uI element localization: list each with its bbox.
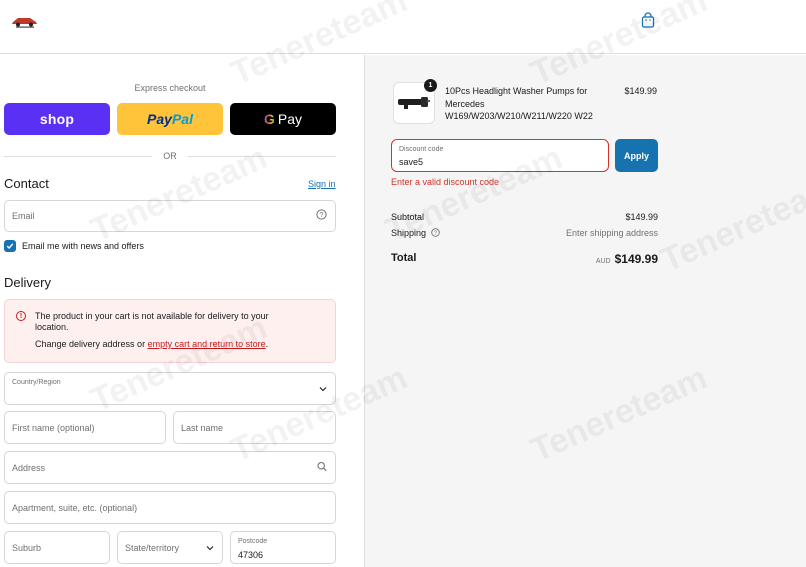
total-row: Total AUD $149.99 bbox=[391, 252, 658, 266]
last-name-placeholder: Last name bbox=[181, 422, 224, 433]
alert-suffix: . bbox=[265, 339, 269, 349]
google-g-icon: G bbox=[263, 111, 275, 127]
total-price: AUD $149.99 bbox=[596, 252, 658, 266]
delivery-title: Delivery bbox=[4, 275, 51, 290]
svg-text:?: ? bbox=[434, 231, 437, 237]
apartment-field[interactable]: Apartment, suite, etc. (optional) bbox=[4, 491, 336, 524]
subtotal-value: $149.99 bbox=[625, 212, 658, 222]
express-checkout-title: Express checkout bbox=[134, 83, 206, 93]
paypal-label-pay: Pay bbox=[147, 111, 172, 127]
shopping-bag-icon[interactable] bbox=[641, 12, 655, 28]
sign-in-link[interactable]: Sign in bbox=[308, 179, 336, 189]
paypal-button[interactable]: Pay Pal bbox=[117, 103, 223, 135]
state-select[interactable]: State/territory bbox=[117, 531, 223, 564]
shipping-value: Enter shipping address bbox=[565, 228, 658, 238]
last-name-field[interactable]: Last name bbox=[173, 411, 336, 444]
alert-prefix: Change delivery address or bbox=[35, 339, 148, 349]
first-name-placeholder: First name (optional) bbox=[12, 422, 95, 433]
suburb-placeholder: Suburb bbox=[12, 542, 42, 553]
state-placeholder: State/territory bbox=[125, 542, 180, 553]
divider-line-right bbox=[188, 156, 336, 157]
postcode-value: 47306 bbox=[238, 550, 264, 560]
search-icon[interactable] bbox=[317, 461, 327, 474]
google-pay-button[interactable]: G Pay bbox=[230, 103, 336, 135]
product-price: $149.99 bbox=[624, 86, 657, 96]
apply-discount-button[interactable]: Apply bbox=[615, 139, 658, 172]
postcode-field[interactable]: Postcode 47306 bbox=[230, 531, 336, 564]
subtotal-label: Subtotal bbox=[391, 212, 425, 222]
total-amount: $149.99 bbox=[614, 252, 658, 266]
checkout-header bbox=[0, 0, 806, 54]
newsletter-label: Email me with news and offers bbox=[22, 241, 144, 251]
google-pay-label: Pay bbox=[277, 111, 302, 127]
shop-pay-label: shop bbox=[39, 111, 75, 127]
alert-message: The product in your cart is not availabl… bbox=[35, 311, 269, 332]
total-label: Total bbox=[391, 252, 417, 264]
discount-code-field[interactable]: Discount code save5 bbox=[391, 139, 609, 172]
postcode-label: Postcode bbox=[238, 538, 268, 545]
email-placeholder: Email bbox=[12, 211, 35, 221]
svg-text:?: ? bbox=[320, 212, 324, 219]
shipping-info-icon[interactable]: ? bbox=[430, 228, 440, 239]
order-summary: 1 10Pcs Headlight Washer Pumps for Merce… bbox=[364, 55, 806, 567]
alert-exclamation-icon: ! bbox=[16, 311, 26, 321]
question-circle-icon[interactable]: ? bbox=[316, 209, 327, 223]
shipping-row: Shipping ? Enter shipping address bbox=[391, 228, 658, 239]
shop-pay-button[interactable]: shop bbox=[4, 103, 110, 135]
apartment-placeholder: Apartment, suite, etc. (optional) bbox=[12, 502, 138, 513]
chevron-down-icon bbox=[206, 542, 214, 553]
country-label: Country/Region bbox=[12, 379, 61, 386]
discount-error: Enter a valid discount code bbox=[391, 177, 500, 187]
contact-title: Contact bbox=[4, 176, 49, 191]
quantity-badge: 1 bbox=[424, 79, 437, 92]
paypal-label-pal: Pal bbox=[171, 111, 193, 127]
first-name-field[interactable]: First name (optional) bbox=[4, 411, 166, 444]
or-divider: OR bbox=[4, 151, 336, 161]
empty-cart-link[interactable]: empty cart and return to store bbox=[148, 339, 266, 349]
checkout-form: Express checkout shop Pay Pal G Pay OR Co… bbox=[0, 55, 364, 567]
discount-label: Discount code bbox=[399, 146, 444, 153]
address-placeholder: Address bbox=[12, 462, 46, 473]
product-title: 10Pcs Headlight Washer Pumps for Mercede… bbox=[445, 86, 593, 121]
suburb-field[interactable]: Suburb bbox=[4, 531, 110, 564]
address-field[interactable]: Address bbox=[4, 451, 336, 484]
discount-value: save5 bbox=[399, 157, 424, 167]
subtotal-row: Subtotal $149.99 bbox=[391, 212, 658, 222]
store-logo[interactable] bbox=[10, 14, 40, 28]
shipping-label: Shipping bbox=[391, 228, 427, 238]
email-field[interactable]: Email ? bbox=[4, 200, 336, 232]
newsletter-checkbox[interactable] bbox=[4, 240, 16, 252]
currency-code: AUD bbox=[595, 258, 611, 265]
newsletter-option[interactable]: Email me with news and offers bbox=[4, 239, 144, 253]
chevron-down-icon bbox=[319, 383, 327, 394]
country-select[interactable]: Country/Region bbox=[4, 372, 336, 405]
alert-action-text: Change delivery address or empty cart an… bbox=[35, 339, 268, 349]
delivery-error-alert: ! The product in your cart is not availa… bbox=[4, 299, 336, 363]
